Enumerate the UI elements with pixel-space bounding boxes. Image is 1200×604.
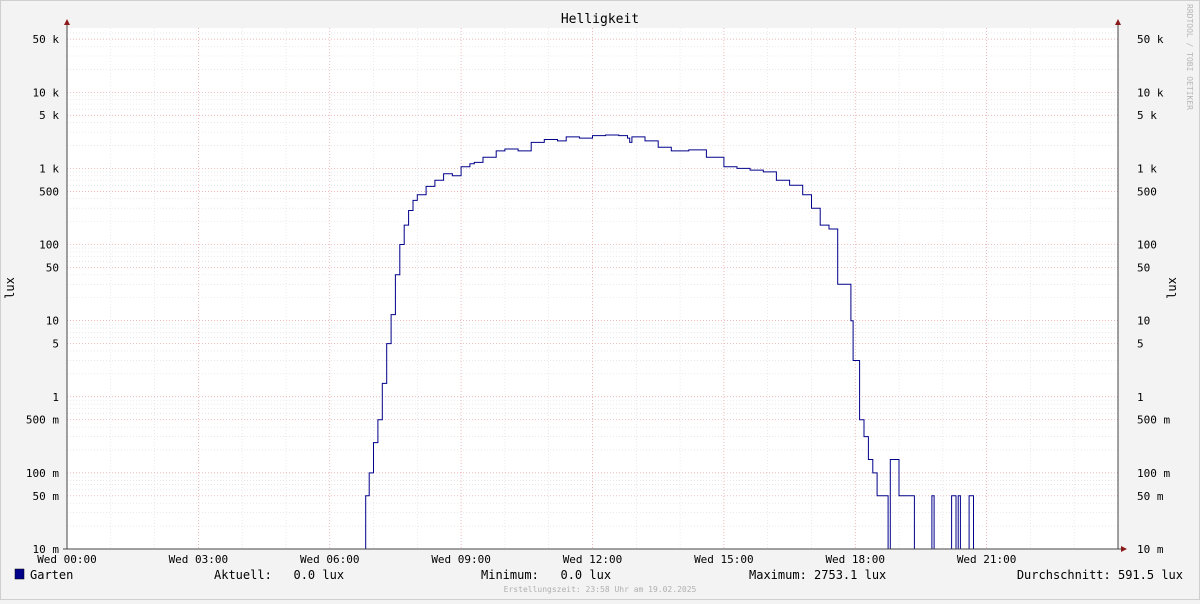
y-tick-label: 10 m [1137,543,1164,556]
legend-swatch-garten [14,568,25,580]
y-tick-label: 500 [1137,185,1157,198]
x-tick-label: Wed 21:00 [957,553,1017,566]
y-tick-label: 10 [1137,315,1150,328]
y-tick-label: 1 k [1137,162,1157,175]
legend-average: Durchschnitt: 591.5 lux [1017,568,1183,582]
y-axis-right-arrow [1115,19,1121,25]
y-axis-label-right: lux [1165,277,1179,299]
y-tick-label: 500 m [1137,414,1170,427]
y-tick-label: 50 [46,261,59,274]
chart-panel: 50 k 10 k 5 k 1 k 500 100 50 10 5 1 500 m 100 m 50 m… [0,0,1200,600]
y-tick-label: 500 m [26,414,59,427]
x-tick-label: Wed 15:00 [694,553,754,566]
y-tick-label: 1 k [39,162,59,175]
y-tick-label: 5 [1137,338,1144,351]
y-tick-label: 1 [1137,391,1144,404]
y-tick-label: 500 [39,185,59,198]
y-tick-label: 10 k [1137,86,1164,99]
y-tick-label: 10 k [33,86,60,99]
x-tick-label: Wed 12:00 [563,553,623,566]
watermark: RRDTOOL / TOBI OETIKER [1185,4,1194,110]
x-tick-label: Wed 09:00 [431,553,491,566]
legend-minimum: Minimum: 0.0 lux [481,568,611,582]
y-tick-label: 50 m [1137,490,1164,503]
y-axis-left-arrow [64,19,70,25]
chart-svg: 50 k 10 k 5 k 1 k 500 100 50 10 5 1 500 m 100 m 50 m… [3,4,1194,594]
y-tick-label: 50 k [1137,33,1164,46]
y-tick-label: 100 m [26,467,59,480]
y-tick-label: 1 [52,391,59,404]
x-tick-label: Wed 03:00 [169,553,229,566]
y-tick-label: 10 [46,315,59,328]
y-tick-labels-left: 50 k 10 k 5 k 1 k 500 100 50 10 5 1 500 m 100 m 50 m… [26,33,59,556]
y-tick-label: 5 [52,338,59,351]
footer-timestamp: Erstellungszeit: 23:58 Uhr am 19.02.2025 [504,585,697,594]
y-tick-label: 50 k [33,33,60,46]
x-tick-label: Wed 18:00 [825,553,885,566]
y-tick-label: 5 k [39,109,59,122]
y-tick-label: 50 [1137,261,1150,274]
legend-maximum: Maximum: 2753.1 lux [749,568,886,582]
chart-title: Helligkeit [561,12,639,27]
y-tick-label: 100 [39,239,59,252]
x-tick-labels: Wed 00:00 Wed 03:00 Wed 06:00 Wed 09:00 Wed … [37,553,1016,566]
y-tick-label: 100 m [1137,467,1170,480]
y-tick-label: 50 m [33,490,60,503]
y-tick-label: 5 k [1137,109,1157,122]
x-tick-label: Wed 06:00 [300,553,360,566]
x-tick-label: Wed 00:00 [37,553,97,566]
y-axis-label-left: lux [3,277,17,299]
legend-series-label: Garten [30,568,73,582]
y-tick-label: 100 [1137,239,1157,252]
x-axis-arrow [1121,546,1127,552]
legend-current: Aktuell: 0.0 lux [214,568,344,582]
